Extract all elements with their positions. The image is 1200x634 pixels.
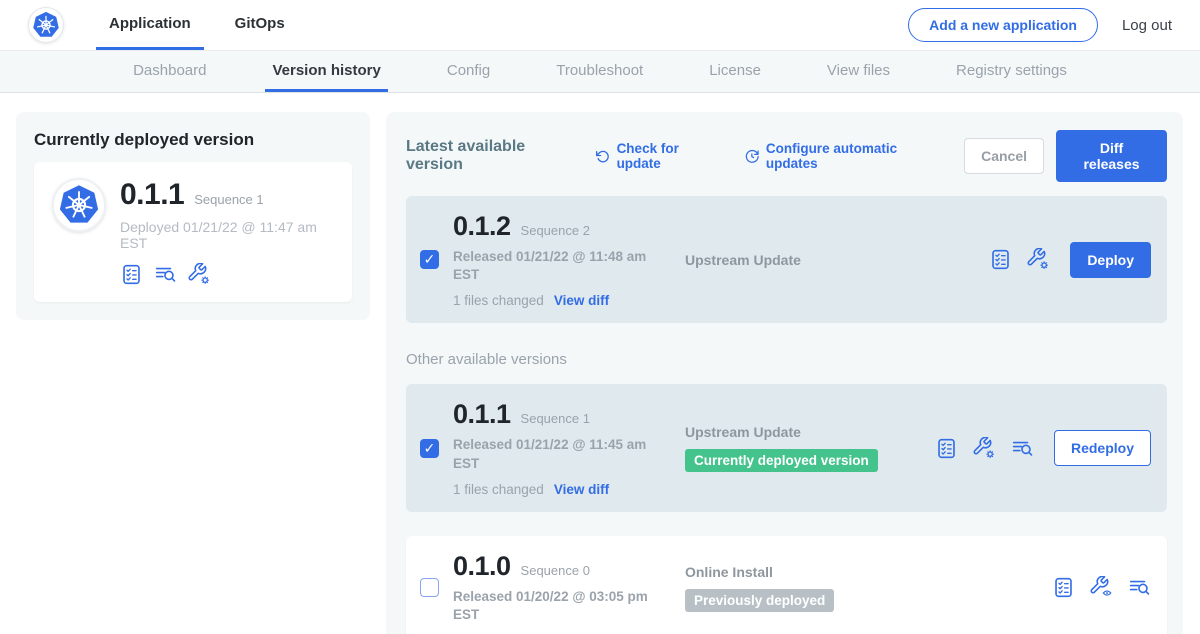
deployed-version-number: 0.1.1: [120, 178, 184, 212]
refresh-icon: [595, 148, 611, 165]
currently-deployed-title: Currently deployed version: [34, 130, 352, 150]
version-source-label: Online Install: [685, 564, 773, 580]
tab-dashboard[interactable]: Dashboard: [126, 51, 213, 92]
tab-registry-settings[interactable]: Registry settings: [949, 51, 1074, 92]
tab-license[interactable]: License: [702, 51, 768, 92]
diff-releases-button[interactable]: Diff releases: [1056, 130, 1167, 182]
preflight-checks-icon[interactable]: [1052, 576, 1075, 599]
app-kubernetes-icon: [52, 178, 106, 232]
preflight-checks-icon[interactable]: [120, 263, 143, 286]
version-source-label: Upstream Update: [685, 252, 801, 268]
released-timestamp: Released 01/21/22 @ 11:48 am EST: [453, 248, 649, 284]
sequence-label: Sequence 0: [521, 563, 590, 578]
cancel-button[interactable]: Cancel: [964, 138, 1044, 174]
deployed-sequence-label: Sequence 1: [194, 192, 263, 207]
sequence-label: Sequence 1: [521, 411, 590, 426]
config-wrench-gear-icon[interactable]: [1027, 248, 1050, 271]
files-changed-label: 1 files changed: [453, 293, 544, 308]
config-wrench-gear-icon[interactable]: [188, 263, 211, 286]
deploy-button[interactable]: Deploy: [1070, 242, 1151, 278]
version-number: 0.1.1: [453, 399, 511, 430]
tab-config[interactable]: Config: [440, 51, 497, 92]
view-diff-link[interactable]: View diff: [554, 293, 609, 308]
redeploy-button[interactable]: Redeploy: [1054, 430, 1151, 466]
released-timestamp: Released 01/20/22 @ 03:05 pm EST: [453, 588, 649, 624]
version-number: 0.1.2: [453, 211, 511, 242]
sequence-label: Sequence 2: [521, 223, 590, 238]
currently-deployed-panel: Currently deployed version 0.1.1 Sequenc…: [16, 112, 370, 320]
files-changed-label: 1 files changed: [453, 482, 544, 497]
auto-update-clock-icon: [744, 148, 760, 165]
latest-header: Latest available version Check for updat…: [406, 130, 1167, 182]
deploy-logs-icon[interactable]: [154, 263, 177, 286]
tab-gitops[interactable]: GitOps: [222, 0, 298, 50]
version-card-0-1-1: 0.1.1 Sequence 1 Released 01/21/22 @ 11:…: [406, 384, 1167, 511]
currently-deployed-badge: Currently deployed version: [685, 449, 878, 472]
deploy-logs-icon[interactable]: [1128, 576, 1151, 599]
latest-available-title: Latest available version: [406, 138, 573, 174]
tab-version-history[interactable]: Version history: [265, 51, 387, 92]
app-tabs: Application GitOps: [96, 0, 316, 50]
version-card-0-1-2: 0.1.2 Sequence 2 Released 01/21/22 @ 11:…: [406, 196, 1167, 323]
version-checkbox[interactable]: [420, 439, 439, 458]
config-wrench-gear-icon[interactable]: [973, 437, 996, 460]
released-timestamp: Released 01/21/22 @ 11:45 am EST: [453, 436, 649, 472]
tab-application[interactable]: Application: [96, 0, 204, 50]
config-wrench-eye-icon[interactable]: [1090, 576, 1113, 599]
view-diff-link[interactable]: View diff: [554, 482, 609, 497]
preflight-checks-icon[interactable]: [989, 248, 1012, 271]
configure-automatic-updates-link[interactable]: Configure automatic updates: [744, 141, 938, 171]
version-card-0-1-0: 0.1.0 Sequence 0 Released 01/20/22 @ 03:…: [406, 536, 1167, 634]
kubernetes-logo: [28, 7, 64, 43]
tab-view-files[interactable]: View files: [820, 51, 897, 92]
top-nav: Application GitOps Add a new application…: [0, 0, 1200, 50]
other-versions-title: Other available versions: [406, 351, 1167, 368]
main-content: Currently deployed version 0.1.1 Sequenc…: [0, 93, 1200, 634]
version-checkbox[interactable]: [420, 250, 439, 269]
version-number: 0.1.0: [453, 551, 511, 582]
logout-button[interactable]: Log out: [1122, 17, 1172, 34]
version-source-label: Upstream Update: [685, 424, 801, 440]
preflight-checks-icon[interactable]: [935, 437, 958, 460]
deployed-timestamp: Deployed 01/21/22 @ 11:47 am EST: [120, 219, 334, 251]
sub-nav: Dashboard Version history Config Trouble…: [0, 50, 1200, 93]
previously-deployed-badge: Previously deployed: [685, 589, 834, 612]
check-for-update-link[interactable]: Check for update: [595, 141, 718, 171]
deployed-version-card: 0.1.1 Sequence 1 Deployed 01/21/22 @ 11:…: [34, 162, 352, 302]
deploy-logs-icon[interactable]: [1011, 437, 1034, 460]
add-application-button[interactable]: Add a new application: [908, 8, 1098, 42]
latest-available-panel: Latest available version Check for updat…: [386, 112, 1183, 634]
tab-troubleshoot[interactable]: Troubleshoot: [549, 51, 650, 92]
version-checkbox[interactable]: [420, 578, 439, 597]
